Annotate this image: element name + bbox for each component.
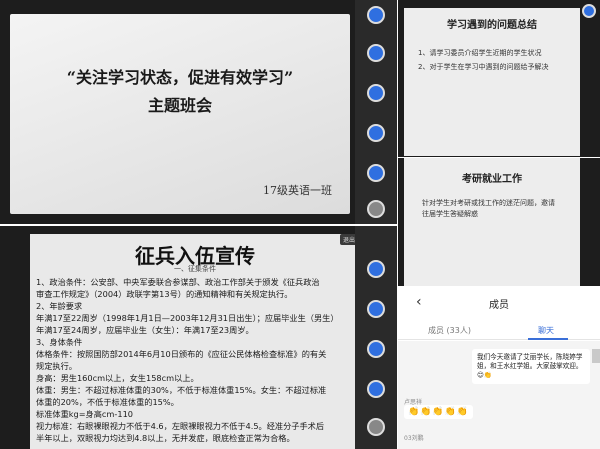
slide-line: 身高：男生160cm以上，女生158cm以上。 — [36, 373, 199, 383]
chat-tabs: 成员 (33人) 聊天 — [398, 318, 600, 340]
slide-line: 审查工作规定》（2004）政联字第13号）的通知精神和有关规定执行。 — [36, 289, 293, 299]
slide-line: 往届学生答疑解惑 — [422, 210, 478, 218]
slide-line: 1、请学习委员介绍学生近期的学生状况 — [418, 49, 542, 57]
video-panel-conscription: 征兵入伍宣传 一、征集条件 1、政治条件：公安部、中央军委联合参谋部、政治工作部… — [0, 226, 397, 449]
video-panel-class-meeting: “关注学习状态，促进有效学习” 主题班会 17级英语一班 — [0, 0, 397, 224]
video-panel-problems: 学习遇到的问题总结 1、请学习委员介绍学生近期的学生状况 2、对于学生在学习中遇… — [398, 0, 600, 157]
avatar[interactable] — [582, 4, 596, 18]
slide-title: 学习遇到的问题总结 — [447, 20, 537, 31]
message-sender: 03刘鹏 — [404, 435, 424, 442]
slide-title: 考研就业工作 — [462, 174, 522, 185]
slide-line: 2、对于学生在学习中遇到的问题给予解决 — [418, 63, 549, 71]
slide-title-line2: 主题班会 — [147, 96, 212, 115]
avatar[interactable] — [367, 300, 385, 318]
slide-line: 半年以上，双眼视力均达到4.8以上，无并发症，眼底检查正常为合格。 — [36, 433, 295, 443]
slide-line: 2、年龄要求 — [36, 301, 83, 311]
active-tab-indicator — [528, 338, 568, 340]
slide-line: 年满17至22周岁（1998年1月1日—2003年12月31日出生）；应届毕业生… — [36, 313, 339, 323]
avatar[interactable] — [367, 44, 385, 62]
message-bubble: 我们今天邀请了艾丽学长，陈晓婷学姐，和王水红学姐。大家鼓掌欢迎。😊👏 — [472, 349, 590, 384]
chat-messages[interactable]: 我们今天邀请了艾丽学长，陈晓婷学姐，和王水红学姐。大家鼓掌欢迎。😊👏 卢思祥 👏… — [398, 341, 600, 449]
slide-line: 规定执行。 — [36, 361, 77, 371]
class-label: 17级英语一班 — [263, 184, 332, 197]
slide-line: 体重的20%，不低于标准体重的15%。 — [36, 397, 179, 407]
avatar[interactable] — [367, 164, 385, 182]
avatar[interactable] — [367, 124, 385, 142]
message-bubble: 👏👏👏👏👏 — [404, 405, 474, 419]
slide-line: 视力标准：右眼裸眼视力不低于4.6，左眼裸眼视力不低于4.5。经准分子手术后 — [36, 421, 325, 431]
chat-panel: ‹ 成员 成员 (33人) 聊天 我们今天邀请了艾丽学长，陈晓婷学姐，和王水红学… — [398, 286, 600, 449]
tab-members[interactable]: 成员 (33人) — [428, 325, 471, 336]
shared-slide: 征兵入伍宣传 一、征集条件 1、政治条件：公安部、中央军委联合参谋部、政治工作部… — [30, 234, 360, 449]
avatar[interactable] — [367, 418, 385, 436]
slide-line: 3、身体条件 — [36, 337, 83, 347]
slide-line: 年满17至24周岁，应届毕业生（女生）：年满17至23周岁。 — [36, 325, 254, 335]
avatar[interactable] — [367, 340, 385, 358]
slide-subtitle: 一、征集条件 — [174, 265, 216, 273]
shared-slide: 考研就业工作 针对学生对考研或找工作的迷茫问题，邀请 往届学生答疑解惑 — [404, 158, 580, 286]
slide-line: 体重：男生：不超过标准体重的30%，不低于标准体重15%。女生：不超过标准 — [36, 385, 327, 395]
avatar[interactable] — [367, 260, 385, 278]
slide-line: 1、政治条件：公安部、中央军委联合参谋部、政治工作部关于颁发《征兵政治 — [36, 277, 320, 287]
avatar — [592, 349, 600, 363]
chat-title: 成员 — [489, 300, 509, 311]
avatar[interactable] — [367, 200, 385, 218]
avatar[interactable] — [367, 380, 385, 398]
avatar[interactable] — [367, 6, 385, 24]
shared-slide: 学习遇到的问题总结 1、请学习委员介绍学生近期的学生状况 2、对于学生在学习中遇… — [404, 8, 580, 156]
slide-title-line1: “关注学习状态，促进有效学习” — [66, 68, 294, 87]
shared-slide: “关注学习状态，促进有效学习” 主题班会 17级英语一班 — [10, 14, 350, 214]
slide-line: 标准体重kg=身高cm-110 — [36, 409, 133, 419]
slide-line: 体格条件：按照国防部2014年6月10日颁布的《应征公民体格检查标准》的有关 — [36, 349, 327, 359]
participant-sidebar — [355, 0, 397, 224]
slide-line: 针对学生对考研或找工作的迷茫问题，邀请 — [422, 199, 555, 207]
participant-sidebar — [355, 226, 397, 449]
chat-header: ‹ 成员 — [398, 286, 600, 316]
avatar[interactable] — [367, 84, 385, 102]
video-panel-career: 考研就业工作 针对学生对考研或找工作的迷茫问题，邀请 往届学生答疑解惑 — [398, 158, 600, 286]
tab-chat[interactable]: 聊天 — [538, 325, 554, 336]
